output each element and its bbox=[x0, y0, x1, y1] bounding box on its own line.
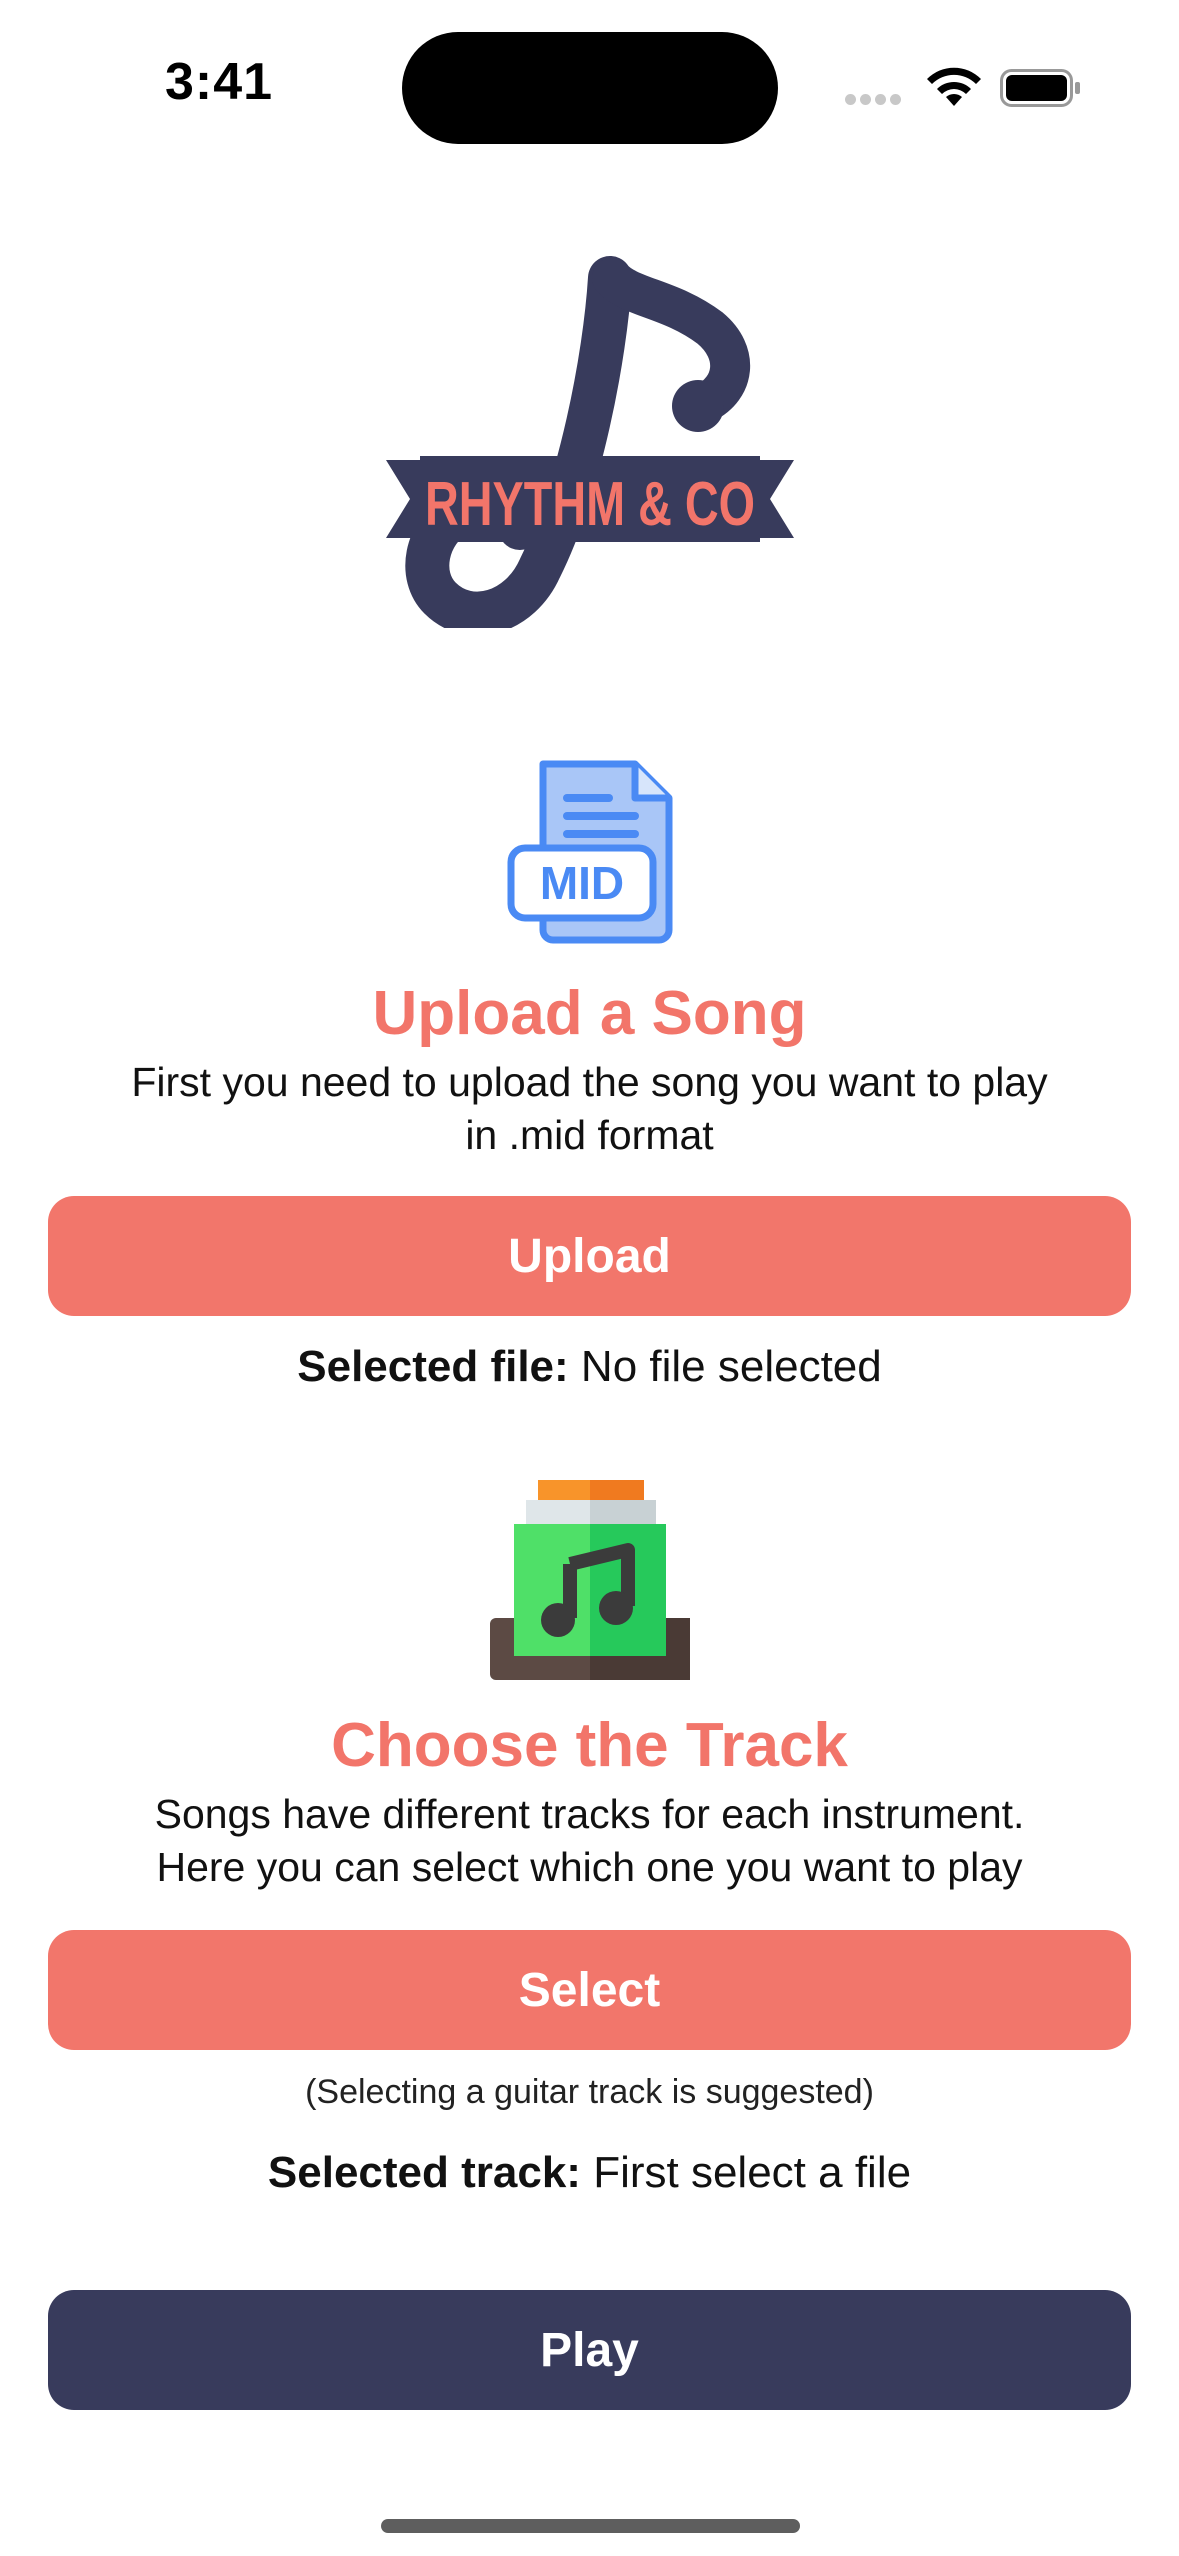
home-indicator[interactable] bbox=[381, 2519, 800, 2533]
status-time: 3:41 bbox=[165, 53, 274, 111]
track-description-line2: Here you can select which one you want t… bbox=[156, 1844, 1023, 1890]
selected-track-value: First select a file bbox=[593, 2148, 912, 2197]
mid-file-icon: MID bbox=[507, 760, 673, 944]
music-track-icon bbox=[490, 1480, 690, 1680]
rhythm-and-co-logo: RHYTHM & CO bbox=[386, 256, 794, 628]
selected-file-label: Selected file: bbox=[297, 1342, 569, 1391]
mid-icon-label: MID bbox=[540, 857, 624, 909]
upload-description-line1: First you need to upload the song you wa… bbox=[131, 1059, 1048, 1105]
selected-track-label: Selected track: bbox=[267, 2148, 581, 2197]
battery-icon bbox=[1000, 69, 1080, 107]
logo-text: RHYTHM & CO bbox=[425, 470, 755, 539]
wifi-icon bbox=[927, 67, 981, 106]
selected-file-value: No file selected bbox=[580, 1342, 882, 1391]
upload-description-line2: in .mid format bbox=[465, 1112, 714, 1158]
cellular-signal-icon bbox=[845, 92, 907, 106]
dynamic-island bbox=[402, 32, 778, 144]
track-section-title: Choose the Track bbox=[331, 1711, 848, 1780]
upload-button[interactable]: Upload bbox=[48, 1196, 1131, 1316]
select-track-button[interactable]: Select bbox=[48, 1930, 1131, 2050]
selected-file-row: Selected file: No file selected bbox=[0, 1342, 1179, 1392]
upload-section-title: Upload a Song bbox=[372, 979, 807, 1048]
track-suggestion-hint: (Selecting a guitar track is suggested) bbox=[305, 2073, 874, 2111]
play-button[interactable]: Play bbox=[48, 2290, 1131, 2410]
selected-track-row: Selected track: First select a file bbox=[0, 2148, 1179, 2198]
track-description-line1: Songs have different tracks for each ins… bbox=[154, 1791, 1025, 1837]
